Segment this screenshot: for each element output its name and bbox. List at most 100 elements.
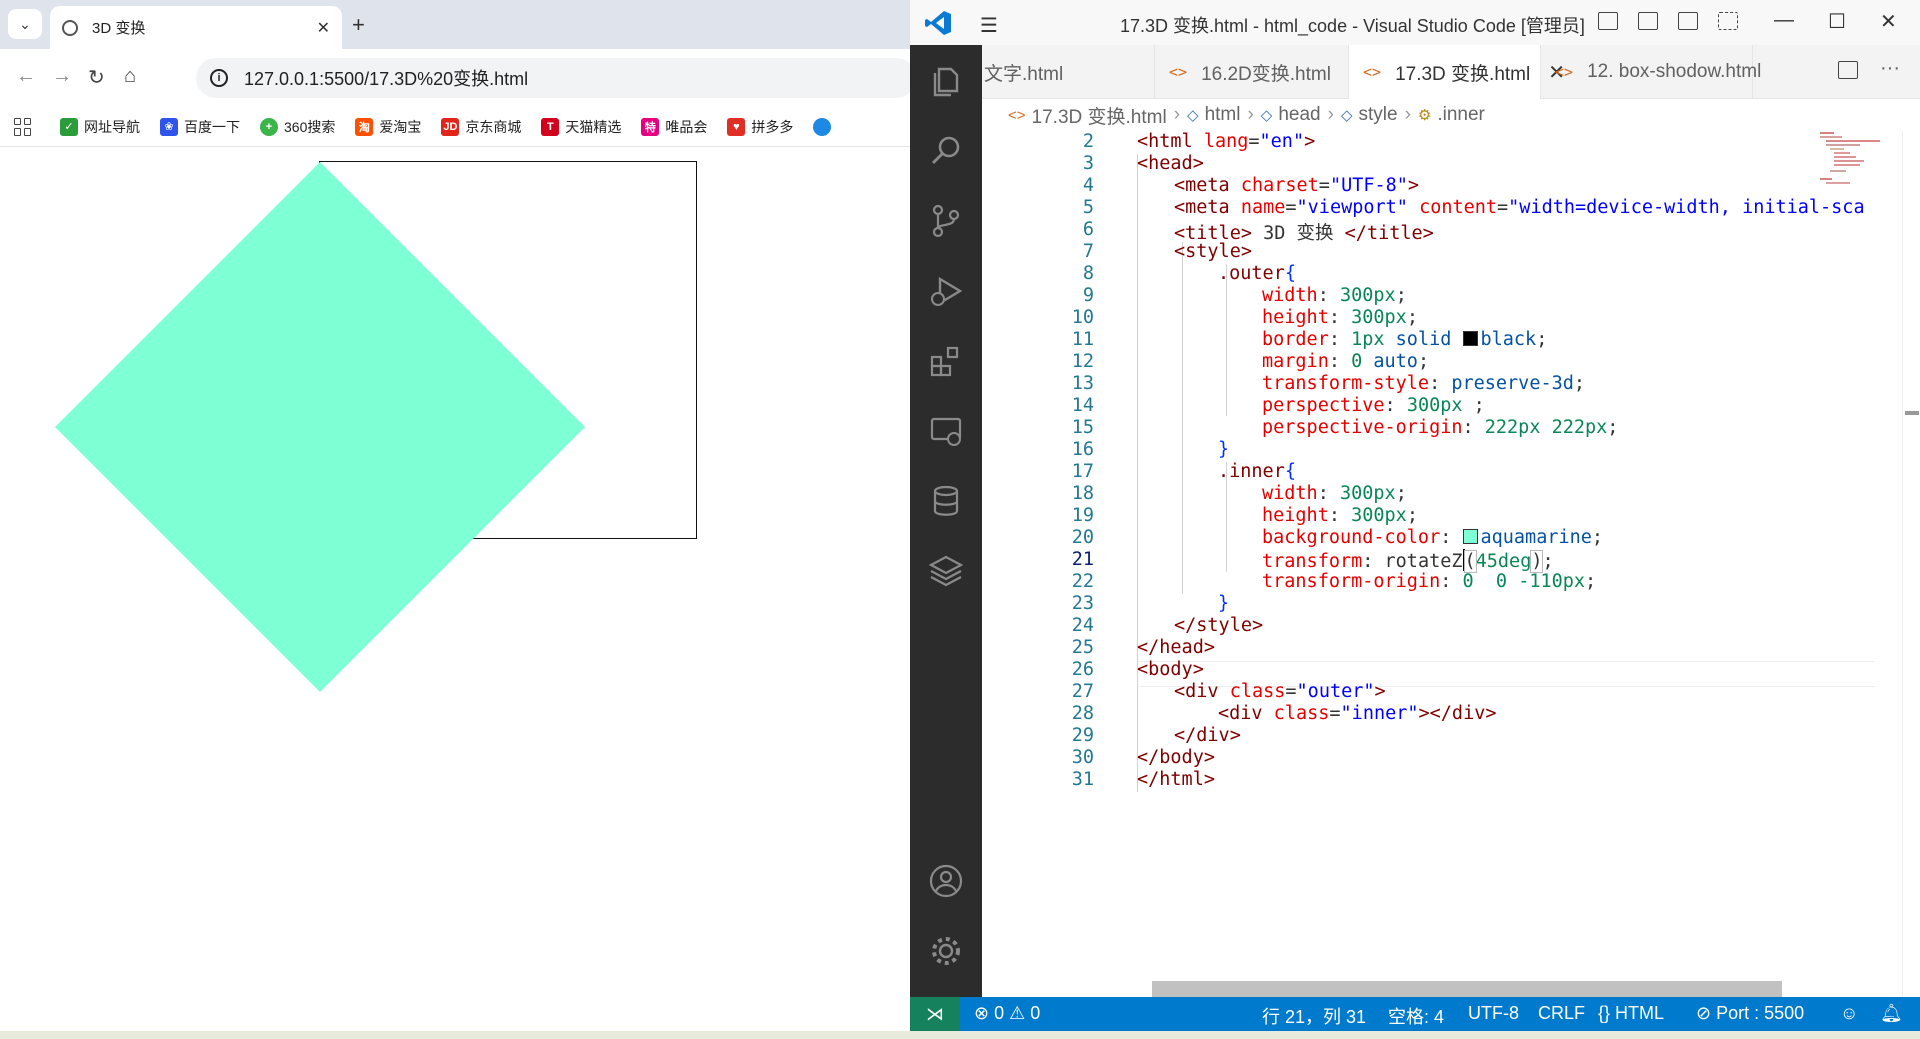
360-search-icon: + <box>260 117 278 136</box>
scrollbar-thumb[interactable] <box>1905 411 1919 415</box>
language-mode[interactable]: {} HTML <box>1598 1003 1664 1024</box>
address-bar[interactable]: i 127.0.0.1:5500/17.3D%20变换.html <box>196 58 910 98</box>
code-token: height <box>1262 505 1329 526</box>
line-number: 4 <box>1082 175 1094 196</box>
code-token: = <box>1329 703 1341 724</box>
run-debug-icon[interactable] <box>928 273 964 309</box>
editor-tabs: 文字.html <> 16.2D变换.html <> 17.3D 变换.html ✕ … <box>982 45 1920 99</box>
tab-box-shadow[interactable]: <> 12. box-shodow.html <box>1541 45 1761 99</box>
code-token: </title> <box>1344 223 1434 244</box>
bookmark-item[interactable]: ❀ 百度一下 <box>160 117 240 137</box>
code-token: name <box>1240 197 1286 218</box>
breadcrumb-html[interactable]: html <box>1205 104 1241 126</box>
indentation-status[interactable]: 空格: 4 <box>1388 1003 1444 1029</box>
explorer-icon[interactable] <box>928 63 964 99</box>
remote-explorer-icon[interactable] <box>928 413 964 449</box>
close-window-icon[interactable]: ✕ <box>1880 9 1897 34</box>
more-actions-icon[interactable]: ··· <box>1880 57 1900 80</box>
tab-wenzi[interactable]: 文字.html <box>970 45 1155 99</box>
feedback-icon[interactable]: ☺ <box>1840 1003 1858 1024</box>
code-token: = <box>1285 681 1297 702</box>
code-token: <div <box>1218 703 1274 724</box>
problems-status[interactable]: ⊗ 0 ⚠ 0 <box>974 1003 1040 1024</box>
minimap[interactable] <box>1820 131 1896 191</box>
source-control-icon[interactable] <box>928 203 964 239</box>
reload-icon[interactable]: ↻ <box>88 65 105 90</box>
code-token: </style> <box>1174 615 1264 636</box>
breadcrumb-style[interactable]: style <box>1359 104 1398 126</box>
bookmark-item[interactable]: JD 京东商城 <box>441 117 521 137</box>
code-line: .outer{ <box>1218 263 1296 284</box>
globe-icon <box>62 19 78 36</box>
back-icon[interactable]: ← <box>16 65 36 88</box>
site-info-icon[interactable]: i <box>210 69 228 87</box>
cursor-position[interactable]: 行 21，列 31 <box>1262 1003 1366 1029</box>
code-line: </head> <box>1137 637 1215 658</box>
code-editor[interactable]: 2 3 4 5 6 7 8 9 10 11 12 13 14 15 16 17 18 19 20 21 22 23 24 25… <box>982 131 1920 997</box>
code-line: <meta charset="UTF-8"> <box>1174 175 1419 196</box>
new-tab-button[interactable]: + <box>352 12 365 38</box>
bookmark-item[interactable] <box>813 117 837 136</box>
code-token: .inner <box>1218 461 1285 482</box>
vscode-window: ☰ 17.3D 变换.html - html_code - Visual Stu… <box>910 0 1920 1039</box>
split-editor-icon[interactable] <box>1838 61 1858 79</box>
code-line: height: 300px; <box>1262 505 1418 526</box>
eol-status[interactable]: CRLF <box>1538 1003 1585 1024</box>
bookmark-item[interactable]: T 天猫精选 <box>541 117 621 137</box>
line-number: 21 <box>1071 549 1094 570</box>
customize-layout-icon[interactable] <box>1718 12 1738 30</box>
remote-indicator-icon[interactable]: ⋊ <box>910 997 960 1031</box>
bookmark-item[interactable]: 特唯品会 <box>641 117 707 137</box>
close-tab-icon[interactable]: ✕ <box>317 18 330 38</box>
chevron-right-icon: › <box>1247 104 1254 125</box>
indent-guide <box>1182 242 1183 594</box>
minimize-icon[interactable]: — <box>1774 9 1794 32</box>
live-server-port[interactable]: ⊘ Port : 5500 <box>1696 1003 1804 1024</box>
tab-3d-transform[interactable]: <> 17.3D 变换.html ✕ <box>1349 45 1565 99</box>
home-icon[interactable]: ⌂ <box>124 65 136 88</box>
extensions-icon[interactable] <box>928 343 964 379</box>
notifications-bell-icon[interactable]: 🔔︎ <box>1880 1003 1903 1024</box>
tab-2d-transform[interactable]: <> 16.2D变换.html <box>1155 45 1349 99</box>
code-token: <meta <box>1174 197 1241 218</box>
toggle-secondary-sidebar-icon[interactable] <box>1678 12 1698 30</box>
color-swatch[interactable] <box>1462 331 1478 346</box>
warning-count: 0 <box>1030 1003 1041 1023</box>
bookmark-item[interactable]: +360搜索 <box>260 117 335 137</box>
tab-search-button[interactable]: ⌄ <box>8 9 42 39</box>
window-title: 17.3D 变换.html - html_code - Visual Studi… <box>1120 16 1585 36</box>
warning-icon: ⚠ <box>1009 1003 1026 1023</box>
code-line: transform-origin: 0 0 -110px; <box>1262 571 1596 592</box>
code-line: </div> <box>1174 725 1241 746</box>
horizontal-scrollbar[interactable] <box>1152 981 1782 997</box>
error-count: 0 <box>994 1003 1005 1023</box>
code-token: ; <box>1395 483 1407 504</box>
code-token: width <box>1262 285 1318 306</box>
breadcrumb-head[interactable]: head <box>1278 104 1320 126</box>
tab-label: 12. box-shodow.html <box>1587 61 1762 82</box>
toggle-primary-sidebar-icon[interactable] <box>1598 12 1618 30</box>
apps-grid-icon[interactable] <box>14 117 32 136</box>
bookmark-item[interactable]: ♥ 拼多多 <box>727 117 793 137</box>
bookmark-item[interactable]: ✓ 网址导航 <box>60 117 140 137</box>
hamburger-menu-icon[interactable]: ☰ <box>980 13 998 38</box>
bookmark-label: 唯品会 <box>665 118 708 135</box>
account-icon[interactable] <box>928 863 964 899</box>
bookmark-item[interactable]: 淘爱淘宝 <box>355 117 421 137</box>
maximize-icon[interactable]: ☐ <box>1828 9 1846 34</box>
code-line: border: 1px solid black; <box>1262 329 1547 350</box>
color-swatch[interactable] <box>1462 529 1478 544</box>
bookmark-label: 拼多多 <box>751 118 794 135</box>
breadcrumb-inner[interactable]: .inner <box>1437 104 1485 126</box>
forward-icon[interactable]: → <box>52 65 72 88</box>
line-number: 10 <box>1071 307 1094 328</box>
layers-icon[interactable] <box>928 553 964 589</box>
breadcrumb-file[interactable]: 17.3D 变换.html <box>1032 102 1167 129</box>
browser-tab-active[interactable]: 3D 变换 ✕ <box>50 6 342 49</box>
settings-gear-icon[interactable] <box>928 933 964 969</box>
encoding-status[interactable]: UTF-8 <box>1468 1003 1519 1024</box>
toggle-panel-icon[interactable] <box>1638 12 1658 30</box>
vertical-scrollbar[interactable] <box>1902 131 1920 997</box>
search-icon[interactable] <box>928 133 964 169</box>
database-icon[interactable] <box>928 483 964 519</box>
